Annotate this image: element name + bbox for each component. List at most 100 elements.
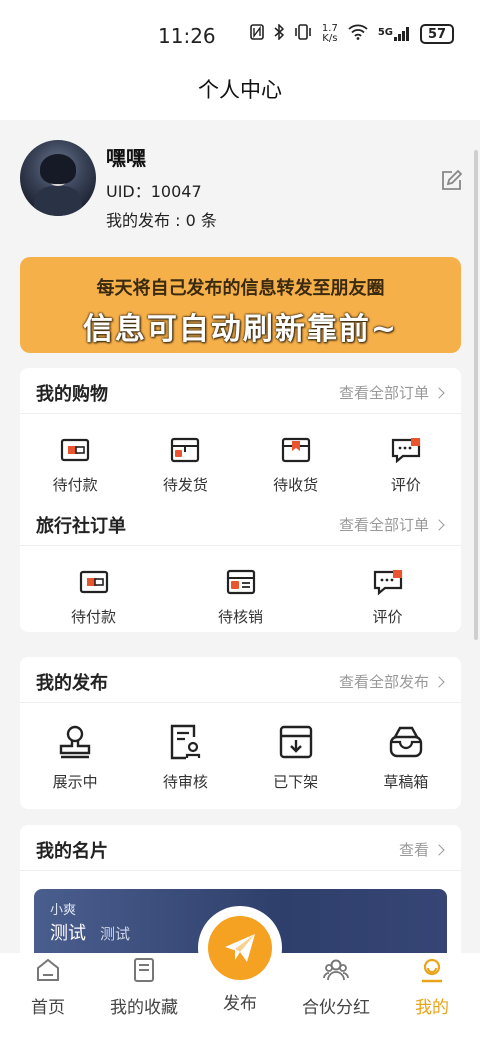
tab-label: 首页 bbox=[31, 998, 65, 1018]
avatar-hair bbox=[40, 154, 76, 184]
battery-icon: 57 bbox=[420, 24, 454, 44]
edit-icon[interactable] bbox=[440, 170, 462, 192]
travel-item-review[interactable]: 评价 bbox=[343, 566, 433, 627]
tab-favorites[interactable]: 我的收藏 bbox=[96, 953, 192, 1018]
network-type: 5G bbox=[377, 27, 393, 38]
namecard-view-link[interactable]: 查看 bbox=[398, 839, 445, 860]
publish-button[interactable] bbox=[208, 916, 272, 980]
publish-item-label: 展示中 bbox=[52, 773, 98, 791]
travel-item-pending-verification[interactable]: 待核销 bbox=[196, 566, 286, 627]
stamp-icon bbox=[59, 725, 91, 759]
review-icon bbox=[171, 724, 201, 760]
publish-card: 我的发布 查看全部发布 展示中 待审核 已下架 草稿箱 bbox=[20, 657, 461, 809]
page-title: 个人中心 bbox=[198, 78, 282, 102]
tab-label: 发布 bbox=[223, 994, 257, 1014]
shopping-item-label: 待发货 bbox=[162, 476, 208, 494]
wallet-icon bbox=[61, 438, 90, 462]
namecard-header: 我的名片 查看 bbox=[20, 825, 461, 871]
bookmark-icon bbox=[134, 958, 154, 982]
publish-item-label: 已下架 bbox=[273, 773, 319, 791]
tab-mine[interactable]: 我的 bbox=[384, 953, 480, 1018]
status-time: 11:26 bbox=[158, 24, 216, 48]
travel-items: 待付款 待核销 评价 bbox=[20, 546, 461, 627]
namecard-name: 测试 bbox=[50, 923, 86, 944]
shopping-items: 待付款 待发货 待收货 评价 bbox=[20, 414, 461, 495]
travel-item-label: 待核销 bbox=[217, 608, 263, 626]
publish-item-label: 待审核 bbox=[162, 773, 208, 791]
profile-published-count: 我的发布 : 0 条 bbox=[106, 211, 217, 230]
network-speed: 1.7 K/s bbox=[322, 24, 338, 44]
travel-item-label: 评价 bbox=[372, 608, 403, 626]
travel-header: 旅行社订单 查看全部订单 bbox=[20, 500, 461, 546]
signal-icon: 5G bbox=[378, 27, 410, 41]
chevron-right-icon bbox=[433, 386, 445, 399]
chevron-right-icon bbox=[433, 843, 445, 856]
publish-view-all-link[interactable]: 查看全部发布 bbox=[338, 671, 445, 692]
profile-uid: UID：10047 bbox=[106, 182, 202, 201]
bluetooth-icon bbox=[274, 23, 285, 44]
shopping-header: 我的购物 查看全部订单 bbox=[20, 368, 461, 414]
promo-banner[interactable]: 每天将自己发布的信息转发至朋友圈 信息可自动刷新靠前~ bbox=[20, 257, 461, 353]
avatar[interactable] bbox=[20, 140, 96, 216]
publish-title: 我的发布 bbox=[36, 673, 108, 694]
travel-item-label: 待付款 bbox=[70, 608, 116, 626]
nfc-icon bbox=[250, 24, 264, 44]
namecard-subtitle: 测试 bbox=[100, 925, 131, 943]
namecard-company: 小爽 bbox=[50, 903, 77, 918]
travel-title: 旅行社订单 bbox=[36, 516, 126, 537]
publish-item-label: 草稿箱 bbox=[383, 773, 429, 791]
shopping-view-all-link[interactable]: 查看全部订单 bbox=[338, 382, 445, 403]
namecard-view-label: 查看 bbox=[398, 841, 429, 859]
profile-section: 嘿嘿 UID：10047 我的发布 : 0 条 bbox=[0, 120, 480, 250]
shopping-view-all-label: 查看全部订单 bbox=[338, 384, 429, 402]
shopping-item-pending-receipt[interactable]: 待收货 bbox=[251, 434, 341, 495]
title-bar: 个人中心 bbox=[0, 70, 480, 120]
publish-view-all-label: 查看全部发布 bbox=[338, 673, 429, 691]
comment-icon bbox=[373, 570, 402, 596]
box-icon bbox=[281, 437, 310, 463]
banner-line2: 信息可自动刷新靠前~ bbox=[82, 312, 399, 347]
shopping-item-review[interactable]: 评价 bbox=[361, 434, 451, 495]
status-icons: 1.7 K/s 5G 57 bbox=[250, 23, 454, 44]
publish-item-drafts[interactable]: 草稿箱 bbox=[361, 723, 451, 792]
shopping-item-pending-shipment[interactable]: 待发货 bbox=[140, 434, 230, 495]
home-icon bbox=[37, 958, 59, 981]
shopping-item-pending-payment[interactable]: 待付款 bbox=[30, 434, 120, 495]
travel-view-all-link[interactable]: 查看全部订单 bbox=[338, 514, 445, 535]
archive-icon bbox=[279, 725, 312, 759]
tab-home[interactable]: 首页 bbox=[0, 953, 96, 1018]
shopping-item-label: 待收货 bbox=[273, 476, 319, 494]
tab-label: 合伙分红 bbox=[302, 998, 370, 1018]
wifi-icon bbox=[348, 24, 368, 44]
shopping-item-label: 评价 bbox=[390, 476, 421, 494]
profile-name: 嘿嘿 bbox=[106, 146, 146, 170]
publish-items: 展示中 待审核 已下架 草稿箱 bbox=[20, 703, 461, 792]
tab-label: 我的收藏 bbox=[110, 998, 178, 1018]
travel-item-pending-payment[interactable]: 待付款 bbox=[49, 566, 139, 627]
travel-orders-card: 旅行社订单 查看全部订单 待付款 待核销 评价 bbox=[20, 500, 461, 632]
publish-item-pending-review[interactable]: 待审核 bbox=[140, 723, 230, 792]
shopping-title: 我的购物 bbox=[36, 384, 108, 405]
partners-icon bbox=[323, 959, 349, 981]
banner-line1: 每天将自己发布的信息转发至朋友圈 bbox=[96, 278, 385, 299]
tab-partners[interactable]: 合伙分红 bbox=[288, 953, 384, 1018]
package-icon bbox=[171, 437, 200, 463]
travel-view-all-label: 查看全部订单 bbox=[338, 516, 429, 534]
publish-item-showing[interactable]: 展示中 bbox=[30, 723, 120, 792]
draft-icon bbox=[389, 726, 423, 758]
avatar-body bbox=[34, 186, 82, 216]
namecard-title: 我的名片 bbox=[36, 841, 108, 862]
vibrate-icon bbox=[294, 24, 312, 44]
shopping-card: 我的购物 查看全部订单 待付款 待发货 待收货 评价 bbox=[20, 368, 461, 500]
comment-icon bbox=[391, 438, 420, 464]
chevron-right-icon bbox=[433, 675, 445, 688]
status-bar: 11:26 1.7 K/s 5G 57 bbox=[0, 0, 480, 70]
user-icon bbox=[422, 958, 442, 983]
tab-label: 我的 bbox=[415, 998, 449, 1018]
publish-item-removed[interactable]: 已下架 bbox=[251, 723, 341, 792]
wallet-icon bbox=[79, 570, 108, 594]
ticket-icon bbox=[226, 569, 255, 595]
shopping-item-label: 待付款 bbox=[52, 476, 98, 494]
publish-header: 我的发布 查看全部发布 bbox=[20, 657, 461, 703]
speed-unit: K/s bbox=[322, 33, 338, 44]
